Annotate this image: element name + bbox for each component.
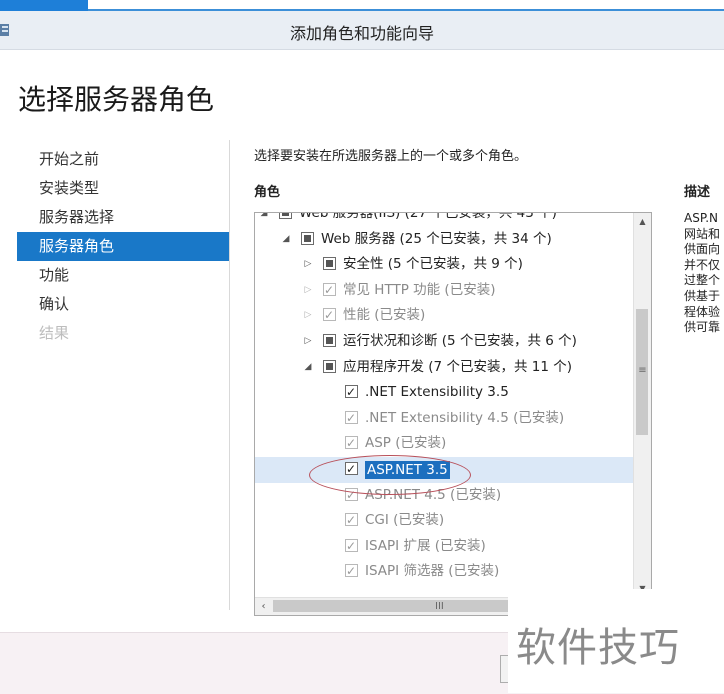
tree-row[interactable]: CGI (已安装) <box>255 508 633 534</box>
instruction-text: 选择要安装在所选服务器上的一个或多个角色。 <box>254 149 528 164</box>
tree-row-label: 运行状况和诊断 (5 个已安装，共 6 个) <box>343 332 577 349</box>
tree-row-label: .NET Extensibility 3.5 <box>365 384 509 401</box>
scroll-up-arrow-icon[interactable]: ▲ <box>634 213 651 230</box>
scroll-left-arrow-icon[interactable]: ‹ <box>255 598 272 615</box>
tree-row-label: Web 服务器(IIS) (27 个已安装，共 43 个) <box>299 212 557 221</box>
tree-row-label: ISAPI 筛选器 (已安装) <box>365 563 500 580</box>
tree-row[interactable]: ASP.NET 3.5 <box>255 456 633 483</box>
collapsed-arrow-icon[interactable]: ▷ <box>303 278 313 304</box>
tree-row[interactable]: ◢ Web 服务器 (25 个已安装，共 34 个) <box>255 227 633 253</box>
tree-row[interactable]: ISAPI 扩展 (已安装) <box>255 534 633 559</box>
taskbar-tab <box>0 0 88 11</box>
description-text: ASP.N 网站和 供面向 并不仅 过整个 供基于 程体验 供可靠 <box>684 211 724 336</box>
nav-item-3[interactable]: 服务器角色 <box>17 232 229 261</box>
tree-row-label: 安全性 (5 个已安装，共 9 个) <box>343 256 523 273</box>
partial-checkbox[interactable] <box>323 359 336 373</box>
description-line: 供可靠 <box>684 320 721 335</box>
tree-row-label: Web 服务器 (25 个已安装，共 34 个) <box>321 230 552 247</box>
partial-checkbox[interactable] <box>323 333 336 347</box>
tree-row-label: ASP.NET 4.5 (已安装) <box>365 486 502 503</box>
expanded-arrow-icon[interactable]: ◢ <box>281 227 291 253</box>
vertical-grip-icon: ≡ <box>638 365 647 376</box>
watermark: 软件技巧 <box>508 589 724 693</box>
tree-row[interactable]: ▷ 安全性 (5 个已安装，共 9 个) <box>255 252 633 278</box>
tree-row[interactable]: ◢ 应用程序开发 (7 个已安装，共 11 个) <box>255 355 633 381</box>
page-title: 选择服务器角色 <box>18 83 215 116</box>
nav-item-1[interactable]: 安装类型 <box>17 174 229 203</box>
description-line: ASP.N <box>684 211 718 225</box>
horizontal-grip-icon: III <box>435 601 444 612</box>
disabled-checked-checkbox <box>345 534 358 559</box>
roles-tree-rows: ◢ Web 服务器(IIS) (27 个已安装，共 43 个) ◢ Web 服务器 (… <box>255 212 633 585</box>
disabled-checked-checkbox <box>323 278 336 303</box>
tree-row[interactable]: ASP (已安装) <box>255 431 633 457</box>
expanded-arrow-icon[interactable]: ◢ <box>303 355 313 381</box>
disabled-checked-checkbox <box>345 431 358 457</box>
tree-row-label: ASP.NET 3.5 <box>365 460 450 479</box>
tree-row-label: 性能 (已安装) <box>343 307 426 324</box>
description-line: 网站和 <box>684 226 721 241</box>
description-line: 程体验 <box>684 304 721 319</box>
collapsed-arrow-icon[interactable]: ▷ <box>303 252 313 278</box>
nav-divider <box>229 140 230 610</box>
nav-item-6: 结果 <box>39 324 70 342</box>
collapsed-arrow-icon[interactable]: ▷ <box>303 303 313 329</box>
expanded-arrow-icon[interactable]: ◢ <box>259 213 269 227</box>
disabled-checked-checkbox <box>323 303 336 329</box>
watermark-text: 软件技巧 <box>516 625 680 671</box>
description-line: 并不仅 <box>684 257 721 272</box>
partial-checkbox[interactable] <box>301 231 314 245</box>
tree-row[interactable]: ISAPI 筛选器 (已安装) <box>255 559 633 585</box>
nav-item-5[interactable]: 确认 <box>17 290 229 319</box>
window-title: 添加角色和功能向导 <box>289 24 434 43</box>
tree-row[interactable]: ▷ 运行状况和诊断 (5 个已安装，共 6 个) <box>255 329 633 355</box>
checked-checkbox[interactable] <box>345 457 358 483</box>
tree-row-label: .NET Extensibility 4.5 (已安装) <box>365 409 565 426</box>
disabled-checked-checkbox <box>345 508 358 534</box>
wizard-nav: 开始之前 安装类型 服务器选择 服务器角色 功能 确认结果 <box>17 145 229 348</box>
partial-checkbox[interactable] <box>279 213 292 219</box>
tree-row-label: CGI (已安装) <box>365 512 445 529</box>
description-line: 过整个 <box>684 273 721 288</box>
tree-row[interactable]: ▷ 性能 (已安装) <box>255 303 633 329</box>
tree-row[interactable]: .NET Extensibility 3.5 <box>255 380 633 406</box>
checked-checkbox[interactable] <box>345 380 358 406</box>
title-bar: 添加角色和功能向导 <box>0 11 724 50</box>
description-line: 供基于 <box>684 288 721 303</box>
tree-row-label: ASP (已安装) <box>365 435 447 452</box>
disabled-checked-checkbox <box>345 483 358 508</box>
tree-row[interactable]: ASP.NET 4.5 (已安装) <box>255 483 633 508</box>
collapsed-arrow-icon[interactable]: ▷ <box>303 329 313 355</box>
roles-tree[interactable]: ◢ Web 服务器(IIS) (27 个已安装，共 43 个) ◢ Web 服务器 (… <box>254 212 652 616</box>
roles-header: 角色 <box>254 185 281 200</box>
vertical-scrollbar[interactable]: ▲ ≡ ▼ <box>633 213 651 597</box>
disabled-checked-checkbox <box>345 559 358 585</box>
description-header: 描述 <box>684 185 711 200</box>
tree-row[interactable]: ▷ 常见 HTTP 功能 (已安装) <box>255 278 633 304</box>
nav-item-2[interactable]: 服务器选择 <box>17 203 229 232</box>
tree-row-label: 常见 HTTP 功能 (已安装) <box>343 281 496 298</box>
nav-item-0[interactable]: 开始之前 <box>17 145 229 174</box>
partial-checkbox[interactable] <box>323 257 336 271</box>
description-line: 供面向 <box>684 242 721 257</box>
tree-row-label: ISAPI 扩展 (已安装) <box>365 537 486 554</box>
top-strip <box>0 0 724 11</box>
disabled-checked-checkbox <box>345 406 358 431</box>
tree-row[interactable]: ◢ Web 服务器(IIS) (27 个已安装，共 43 个) <box>255 212 633 227</box>
nav-item-4[interactable]: 功能 <box>17 261 229 290</box>
tree-row[interactable]: .NET Extensibility 4.5 (已安装) <box>255 406 633 431</box>
tree-row-label: 应用程序开发 (7 个已安装，共 11 个) <box>343 358 572 375</box>
